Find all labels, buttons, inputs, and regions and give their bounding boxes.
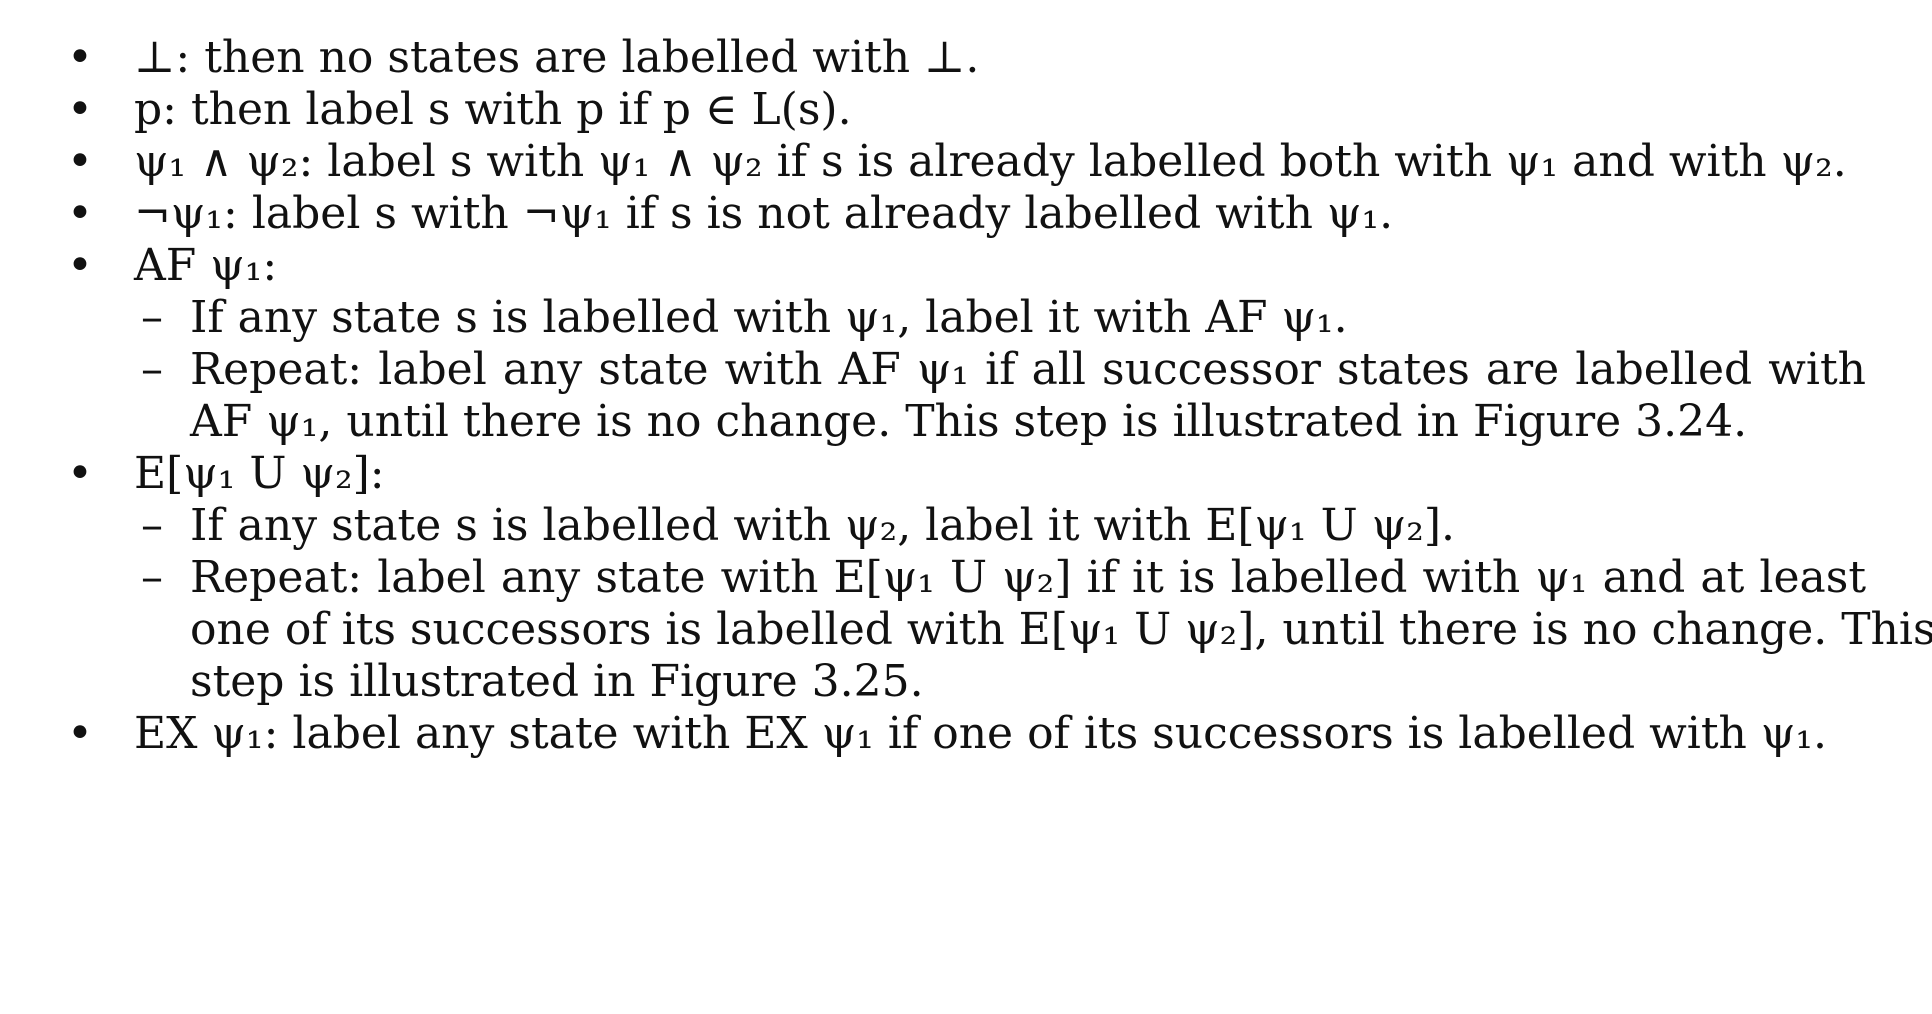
dash-marker: – <box>141 552 163 603</box>
sub-item-text-af-repeat-line2: AF ψ₁, until there is no change. This st… <box>190 396 1748 447</box>
bullet-marker: • <box>67 448 93 499</box>
bullet-text-negation: ¬ψ₁: label s with ¬ψ₁ if s is not alread… <box>134 188 1394 239</box>
bullet-marker: • <box>67 240 93 291</box>
bullet-marker: • <box>67 708 93 759</box>
dash-marker: – <box>141 344 163 395</box>
bullet-text-ex: EX ψ₁: label any state with EX ψ₁ if one… <box>134 708 1827 759</box>
